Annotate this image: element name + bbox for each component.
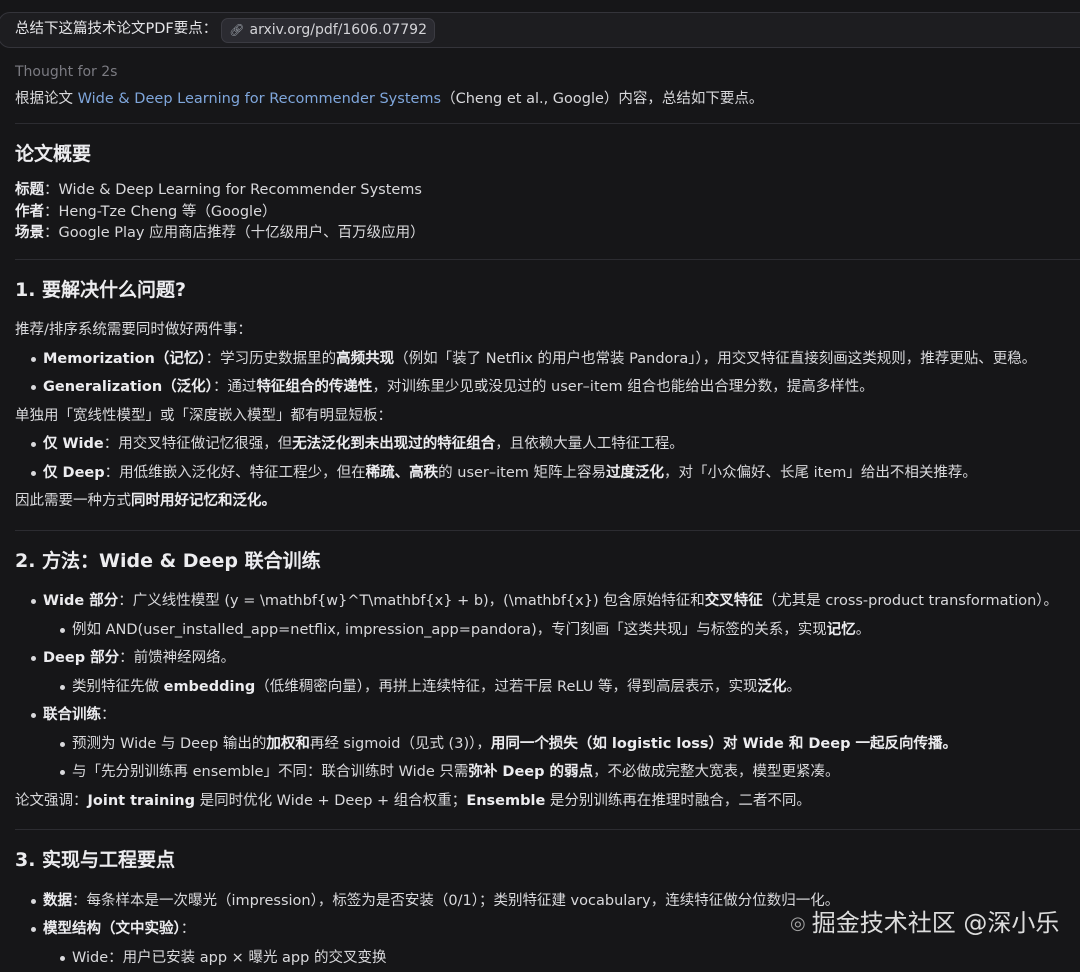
section-2-heading: 2. 方法：Wide & Deep 联合训练 <box>15 549 321 572</box>
thought-toggle[interactable]: Thought for 2s <box>15 62 1080 83</box>
list-item: 仅 Deep：用低维嵌入泛化好、特征工程少，但在稀疏、高秩的 user–item… <box>15 459 1080 488</box>
watermark-text: 掘金技术社区 @深小乐 <box>811 909 1060 937</box>
bullet-list: Wide 部分：广义线性模型 (y = \mathbf{w}^T\mathbf{… <box>15 587 1080 787</box>
paragraph: 论文强调：Joint training 是同时优化 Wide + Deep + … <box>15 792 811 809</box>
bullet-list: 仅 Wide：用交叉特征做记忆很强，但无法泛化到未出现过的特征组合，且依赖大量人… <box>15 430 1080 487</box>
bullet-list: Memorization（记忆）：学习历史数据里的高频共现（例如「装了 Netf… <box>15 345 1080 402</box>
list-item: 与「先分别训练再 ensemble」不同：联合训练时 Wide 只需弥补 Dee… <box>15 758 1080 787</box>
divider <box>15 122 1080 124</box>
divider <box>15 258 1080 260</box>
intro: 根据论文 Wide & Deep Learning for Recommende… <box>15 91 764 107</box>
list-item: Wide 部分：广义线性模型 (y = \mathbf{w}^T\mathbf{… <box>15 587 1080 616</box>
paragraph: 单独用「宽线性模型」或「深度嵌入模型」都有明显短板： <box>15 407 392 424</box>
list-item: Memorization（记忆）：学习历史数据里的高频共现（例如「装了 Netf… <box>15 345 1080 374</box>
list-item: 类别特征先做 embedding（低维稠密向量），再拼上连续特征，过若干层 Re… <box>15 673 1080 702</box>
list-item: Deep 部分：前馈神经网络。 <box>15 644 1080 673</box>
prompt-bar: 总结下这篇技术论文PDF要点： 🔗︎ arxiv.org/pdf/1606.07… <box>0 12 1080 48</box>
overview-title: 标题：Wide & Deep Learning for Recommender … <box>15 182 422 199</box>
paragraph: 推荐/排序系统需要同时做好两件事： <box>15 322 252 339</box>
watermark: ◎ 掘金技术社区 @深小乐 <box>790 905 1059 941</box>
list-item: Generalization（泛化）：通过特征组合的传递性，对训练里少见或没见过… <box>15 373 1080 402</box>
divider <box>15 829 1080 831</box>
section-1-heading: 1. 要解决什么问题? <box>15 278 187 301</box>
link-url[interactable]: arxiv.org/pdf/1606.07792 <box>249 20 427 41</box>
link-icon: 🔗︎ <box>229 23 245 37</box>
divider <box>15 529 1080 531</box>
link-chip[interactable]: 🔗︎ arxiv.org/pdf/1606.07792 <box>221 17 435 43</box>
overview-heading: 论文概要 <box>15 142 92 165</box>
section-3-heading: 3. 实现与工程要点 <box>15 849 176 872</box>
list-item: 联合训练： <box>15 701 1080 730</box>
overview-scene: 场景：Google Play 应用商店推荐（十亿级用户、百万级应用） <box>15 225 425 242</box>
overview-author: 作者：Heng-Tze Cheng 等（Google） <box>15 203 277 220</box>
list-item: 预测为 Wide 与 Deep 输出的加权和再经 sigmoid（见式 (3)）… <box>15 730 1080 759</box>
wechat-icon: ◎ <box>790 912 806 934</box>
list-item: 仅 Wide：用交叉特征做记忆很强，但无法泛化到未出现过的特征组合，且依赖大量人… <box>15 430 1080 459</box>
response-content: Thought for 2s 根据论文 Wide & Deep Learning… <box>15 62 1080 972</box>
list-item: Wide：用户已安装 app × 曝光 app 的交叉变换 <box>15 944 1080 972</box>
paragraph: 因此需要一种方式同时用好记忆和泛化。 <box>15 493 276 510</box>
list-item: 例如 AND(user_installed_app=netflix, impre… <box>15 616 1080 645</box>
prompt-text: 总结下这篇技术论文PDF要点： <box>15 21 218 38</box>
paper-link[interactable]: Wide & Deep Learning for Recommender Sys… <box>78 91 442 107</box>
